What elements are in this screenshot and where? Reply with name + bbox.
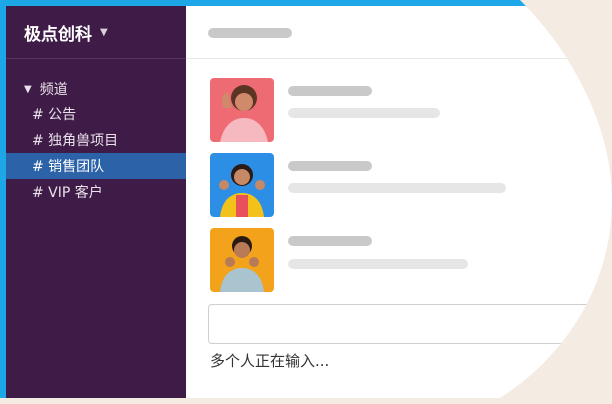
triangle-down-icon: ▼ [24,83,32,95]
channel-item-vip-clients[interactable]: # VIP 客户 [6,179,186,205]
channels-section: ▼ 频道 # 公告 # 独角兽项目 # 销售团队 # VIP 客户 [6,59,186,205]
person-avatar-blue-yellow-icon [210,153,274,217]
channel-header [186,6,612,59]
sidebar: 极点创科 ▼ ▼ 频道 # 公告 # 独角兽项目 # 销售团队 # VIP 客户 [6,6,186,398]
person-avatar-orange-icon [210,228,274,292]
channel-label: # 独角兽项目 [32,133,119,149]
message-input[interactable] [208,304,610,344]
person-avatar-pink-icon [210,78,274,142]
message-2-text-placeholder [288,183,506,193]
avatar-message-1 [210,78,274,142]
channel-item-unicorn-project[interactable]: # 独角兽项目 [6,127,186,153]
channel-title-placeholder [208,28,292,38]
message-1-text-placeholder [288,108,440,118]
channel-item-sales-team[interactable]: # 销售团队 [6,153,186,179]
chevron-down-icon: ▼ [100,26,108,38]
typing-indicator: 多个人正在输入... [210,352,330,370]
message-2-author-placeholder [288,161,372,171]
channel-label: # 销售团队 [32,159,105,175]
workspace-name: 极点创科 [24,24,92,45]
channel-label: # VIP 客户 [32,185,103,201]
chat-app-window: 极点创科 ▼ ▼ 频道 # 公告 # 独角兽项目 # 销售团队 # VIP 客户… [0,0,612,398]
channels-section-header[interactable]: ▼ 频道 [6,77,186,101]
avatar-message-2 [210,153,274,217]
screenshot-stage: 极点创科 ▼ ▼ 频道 # 公告 # 独角兽项目 # 销售团队 # VIP 客户… [0,0,612,404]
channel-item-announcements[interactable]: # 公告 [6,101,186,127]
avatar-message-3 [210,228,274,292]
message-3-text-placeholder [288,259,468,269]
message-1-author-placeholder [288,86,372,96]
message-3-author-placeholder [288,236,372,246]
main-pane: 多个人正在输入... [186,6,612,398]
channels-section-label: 频道 [39,82,68,98]
workspace-switcher[interactable]: 极点创科 ▼ [6,6,186,59]
channel-label: # 公告 [32,107,77,123]
